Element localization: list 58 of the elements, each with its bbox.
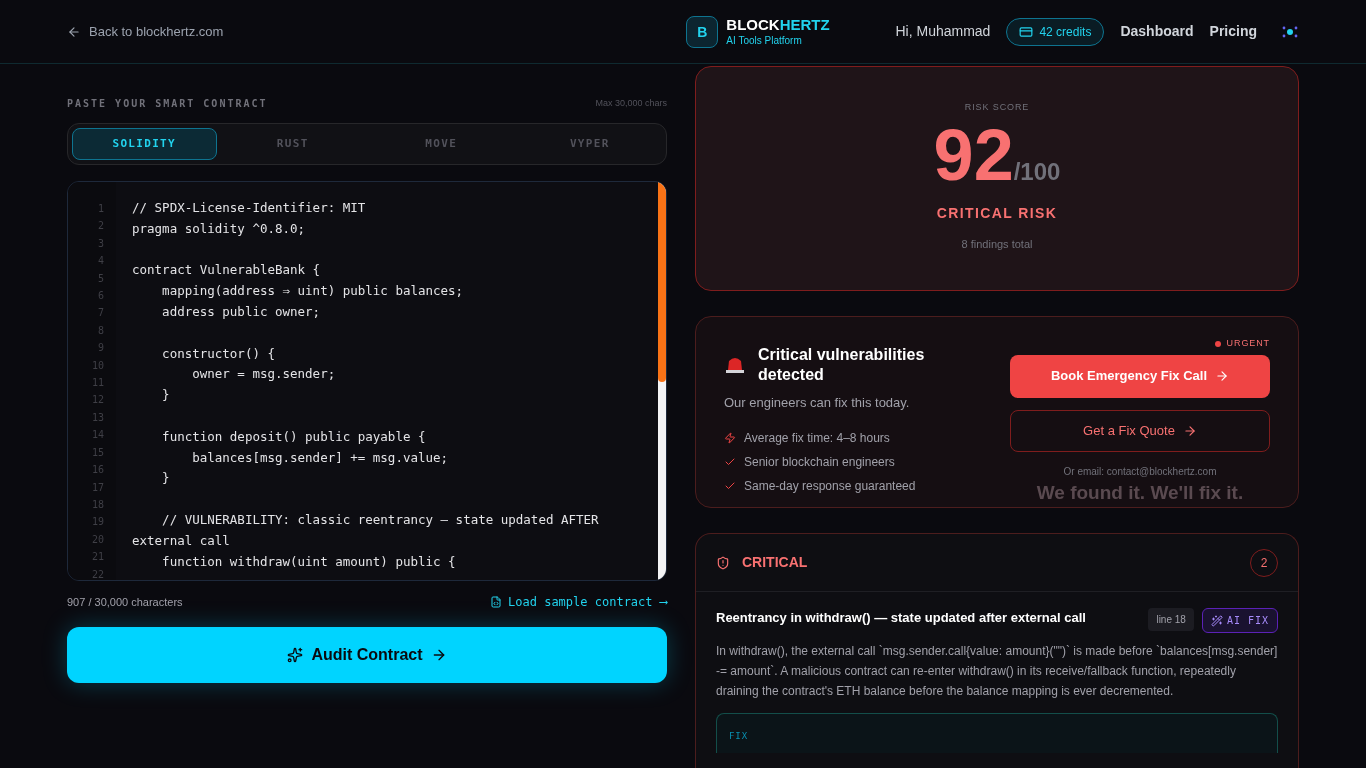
code-line: external call (132, 531, 231, 550)
character-count: 907 / 30,000 characters (67, 594, 183, 610)
code-line: owner = msg.sender; (191, 365, 337, 384)
code-line: // SPDX-License-Identifier: MIT (132, 199, 367, 217)
urgent-badge: URGENT (1214, 337, 1270, 351)
code-line: // VULNERABILITY: classic reentrancy — state updated AFTER (161, 510, 600, 529)
code-line: address public owner; (161, 303, 322, 321)
cta-subtitle: Our engineers can fix this today. (724, 394, 911, 412)
benefit-text: Same-day response guaranteed (744, 477, 916, 495)
logo-mark: B (686, 15, 719, 48)
shield-icon (716, 555, 730, 570)
nav-link[interactable]: Pricing (1209, 21, 1257, 42)
sparkles-icon (287, 647, 304, 663)
load-sample-link[interactable]: Load sample contract ⟶ (490, 593, 667, 611)
code-editor[interactable] (67, 181, 667, 581)
code-line: contract VulnerableBank { (132, 261, 322, 280)
code-line: pragma solidity ^0.8.0; (132, 219, 307, 238)
audit-button[interactable]: Audit Contract (67, 627, 667, 683)
risk-score-max: /100 (1013, 156, 1061, 187)
code-line: balances[msg.sender] += msg.value; (191, 448, 450, 467)
risk-level: CRITICAL RISK (936, 203, 1058, 223)
code-line: function deposit() public payable { (161, 427, 427, 446)
benefit-text: Senior blockchain engineers (744, 453, 895, 471)
cta-tagline: We found it. We'll fix it. (1035, 480, 1245, 505)
severity-heading: CRITICAL (742, 553, 808, 572)
credits-badge: 42 credits (1006, 17, 1105, 46)
fix-quote-button[interactable]: Get a Fix Quote (1010, 409, 1270, 452)
risk-label: RISK SCORE (964, 101, 1030, 114)
lightning-icon (724, 431, 736, 444)
book-call-button[interactable]: Book Emergency Fix Call (1010, 354, 1270, 398)
brand-name: BLOCKHERTZ (726, 15, 830, 35)
line-badge: line 18 (1148, 608, 1194, 631)
back-link[interactable]: Back to blockhertz.com (67, 21, 224, 42)
benefit-text: Average fix time: 4–8 hours (744, 429, 890, 447)
file-code-icon (490, 596, 503, 608)
findings-total: 8 findings total (961, 236, 1033, 252)
code-line: function withdraw(uint amount) public { (161, 552, 457, 571)
arrow-right-icon (1182, 423, 1197, 438)
ai-fix-button[interactable]: AI FIX (1201, 608, 1278, 633)
section-label: PASTE YOUR SMART CONTRACT (67, 97, 268, 111)
code-line: } (161, 386, 171, 405)
nav-link[interactable]: Dashboard (1120, 21, 1194, 42)
risk-score: 92 (933, 118, 1014, 191)
fix-label: FIX (729, 731, 748, 741)
code-line: mapping(address ⇒ uint) public balances; (161, 282, 465, 301)
language-tab[interactable]: SOLIDITY (72, 128, 217, 160)
code-line: } (161, 469, 171, 488)
brand-tagline: AI Tools Platform (726, 34, 803, 48)
finding-title: Reentrancy in withdraw() — state updated after external call (716, 609, 1087, 627)
char-limit: Max 30,000 chars (595, 96, 667, 110)
siren-icon (724, 355, 746, 375)
cta-title: Critical vulnerabilities detected (758, 345, 926, 385)
contact-email: Or email: contact@blockhertz.com (1062, 464, 1218, 479)
code-line: constructor() { (161, 344, 276, 363)
finding-description: In withdraw(), the external call `msg.sender.call{value: amount}("")` is made before `balances[msg.sender] -= amount`. A malicious contract can re-enter withdraw() in its receive/fallback function, repeatedly draining the contract's ETH balance before the balance mapping is ever decremented. (716, 643, 1278, 700)
greeting: Hi, Muhammad (895, 22, 991, 41)
magic-wand-icon (1210, 614, 1223, 627)
scrollbar-thumb[interactable] (658, 182, 666, 382)
